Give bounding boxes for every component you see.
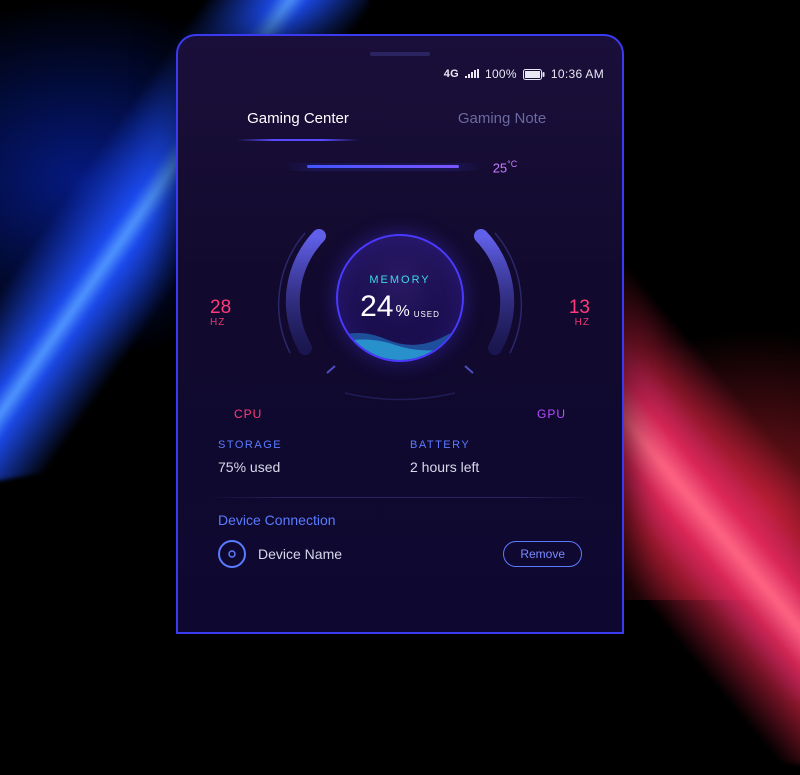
memory-number: 24 — [360, 292, 393, 322]
storage-info[interactable]: STORAGE 75% used — [218, 439, 390, 475]
battery-percent: 100% — [485, 67, 517, 81]
temperature-bar — [283, 163, 483, 171]
signal-icon — [465, 69, 479, 79]
status-bar: 4G 100% 10:36 AM — [196, 64, 604, 84]
temperature-unit: °C — [507, 159, 517, 169]
cpu-label: CPU — [234, 407, 262, 421]
memory-percent-sign: % — [395, 304, 409, 320]
cpu-stat: 28 HZ — [210, 298, 231, 328]
phone-speaker — [370, 52, 430, 56]
device-name: Device Name — [258, 546, 491, 562]
memory-gauge[interactable]: MEMORY 24% USED — [336, 234, 464, 362]
device-row: Device Name Remove — [196, 530, 604, 568]
memory-value: 24% USED — [360, 292, 440, 322]
wave-graphic — [336, 321, 464, 362]
battery-icon — [523, 69, 545, 80]
memory-used-label: USED — [414, 311, 440, 319]
cpu-value: 28 — [210, 298, 231, 317]
battery-label: BATTERY — [410, 439, 582, 451]
battery-info[interactable]: BATTERY 2 hours left — [410, 439, 582, 475]
gpu-value: 13 — [569, 298, 590, 317]
tab-bar: Gaming Center Gaming Note — [196, 98, 604, 141]
tab-gaming-center[interactable]: Gaming Center — [196, 98, 400, 141]
temperature-number: 25 — [493, 160, 507, 175]
storage-label: STORAGE — [218, 439, 390, 451]
device-icon — [218, 540, 246, 568]
device-connection-title: Device Connection — [196, 498, 604, 530]
battery-value: 2 hours left — [410, 459, 582, 475]
gpu-stat: 13 HZ — [569, 298, 590, 328]
phone-frame: 4G 100% 10:36 AM Gaming Center Gaming No… — [176, 34, 624, 634]
memory-label: MEMORY — [369, 274, 430, 286]
info-grid: STORAGE 75% used BATTERY 2 hours left — [196, 439, 604, 475]
temperature-value: 25°C — [493, 159, 518, 175]
status-time: 10:36 AM — [551, 67, 604, 81]
remove-button[interactable]: Remove — [503, 541, 582, 567]
storage-value: 75% used — [218, 459, 390, 475]
cpu-unit: HZ — [210, 317, 231, 328]
gpu-unit: HZ — [569, 317, 590, 328]
tab-gaming-note[interactable]: Gaming Note — [400, 98, 604, 141]
network-indicator: 4G — [444, 68, 459, 80]
gauge-area: MEMORY 24% USED 28 HZ 13 HZ CPU GPU — [196, 183, 604, 433]
gpu-label: GPU — [537, 407, 566, 421]
temperature-row: 25°C — [196, 159, 604, 175]
